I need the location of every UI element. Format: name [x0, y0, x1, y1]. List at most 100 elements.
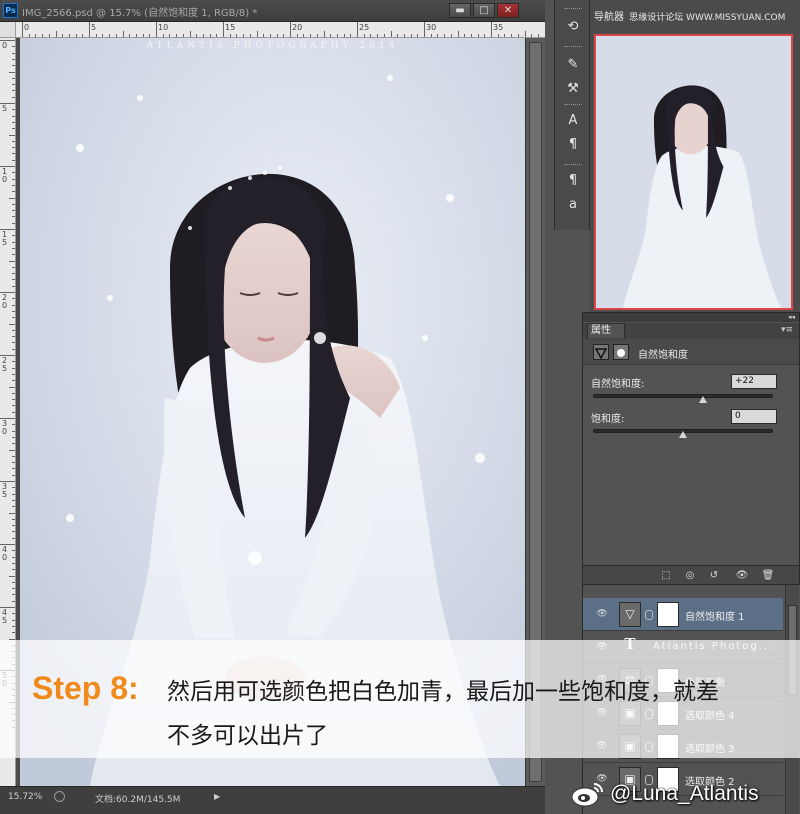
properties-collapse-bar[interactable]: ◂◂	[583, 313, 799, 322]
character-icon[interactable]: A	[564, 112, 582, 130]
document-titlebar[interactable]: Ps IMG_2566.psd @ 15.7% (自然饱和度 1, RGB/8)…	[0, 0, 545, 22]
ruler-tick	[12, 506, 15, 508]
ruler-tick	[12, 298, 15, 300]
ruler-tick	[323, 31, 325, 37]
ruler-tick	[484, 34, 486, 37]
ruler-tick	[12, 153, 15, 155]
panel-grip[interactable]	[564, 164, 582, 167]
ruler-tick	[12, 147, 15, 149]
step-text-line-2: 不多可以出片了	[167, 723, 328, 749]
layer-mask-icon[interactable]	[613, 344, 629, 360]
ruler-tick	[464, 34, 466, 37]
ruler-tick	[12, 594, 15, 596]
ruler-tick	[12, 613, 15, 615]
status-info-icon[interactable]	[54, 791, 65, 802]
tab-properties[interactable]: 属性	[587, 323, 625, 338]
panel-grip[interactable]	[564, 104, 582, 107]
ruler-tick	[142, 34, 144, 37]
ruler-tick	[12, 184, 15, 186]
delete-icon[interactable]: 🗑	[761, 569, 775, 582]
visibility-icon[interactable]: 👁	[735, 569, 749, 582]
navigator-preview[interactable]	[594, 34, 793, 310]
ruler-tick	[12, 531, 15, 533]
ruler-tick	[62, 34, 64, 37]
brush-preset-icon[interactable]: ✎	[564, 56, 582, 74]
paragraph-icon[interactable]: ¶	[564, 136, 582, 154]
ruler-h-label: 10	[158, 23, 169, 32]
history-icon[interactable]: ⟲	[564, 18, 582, 36]
ruler-tick	[12, 241, 15, 243]
reset-icon[interactable]: ↺	[707, 569, 721, 582]
ruler-tick	[12, 109, 15, 111]
ruler-tick	[430, 34, 432, 37]
ruler-tick	[12, 46, 15, 48]
navigator-thumbnail	[596, 36, 791, 308]
ruler-tick	[12, 430, 15, 432]
char-style-icon[interactable]: a	[564, 196, 582, 214]
vibrance-input[interactable]: +22	[731, 374, 777, 389]
ruler-tick	[223, 22, 224, 37]
restore-button[interactable]: □	[473, 3, 495, 18]
ruler-tick	[12, 310, 15, 312]
ruler-tick	[350, 34, 352, 37]
ruler-origin[interactable]	[0, 22, 16, 38]
vibrance-label: 自然饱和度:	[591, 379, 645, 390]
ruler-tick	[276, 34, 278, 37]
ruler-tick	[517, 34, 519, 37]
status-menu-arrow-icon[interactable]: ▶	[214, 792, 220, 801]
close-button[interactable]: ✕	[497, 3, 519, 18]
ruler-tick	[12, 569, 15, 571]
weibo-handle: @Luna_Atlantis	[610, 782, 759, 805]
adjustment-name: 自然饱和度	[638, 350, 688, 361]
ruler-h-label: 30	[426, 23, 437, 32]
ruler-tick	[12, 203, 15, 205]
ruler-tick	[269, 34, 271, 37]
ruler-tick	[12, 411, 15, 413]
ruler-tick	[12, 178, 15, 180]
view-previous-icon[interactable]: ◎	[683, 569, 697, 582]
vibrance-adjustment-icon	[593, 344, 609, 360]
ruler-tick	[12, 619, 15, 621]
ruler-tick	[0, 229, 15, 230]
saturation-slider-thumb[interactable]	[679, 431, 687, 438]
ruler-tick	[12, 77, 15, 79]
ruler-tick	[417, 34, 419, 37]
vibrance-slider-track[interactable]	[593, 394, 773, 398]
ruler-tick	[162, 34, 164, 37]
ruler-tick	[12, 52, 15, 54]
ruler-tick	[216, 34, 218, 37]
layer-mask-thumbnail[interactable]	[657, 602, 679, 627]
ruler-tick	[28, 34, 30, 37]
clip-to-layer-icon[interactable]: ⬚	[659, 569, 673, 582]
zoom-level[interactable]: 15.72%	[8, 792, 42, 802]
ruler-tick	[12, 304, 15, 306]
layer-name[interactable]: 自然饱和度 1	[685, 608, 745, 623]
ruler-tick	[330, 34, 332, 37]
mask-link-icon[interactable]	[645, 610, 653, 620]
ruler-tick	[437, 34, 439, 37]
ruler-tick	[390, 31, 392, 37]
ruler-tick	[12, 455, 15, 457]
minimize-button[interactable]: ▬	[449, 3, 471, 18]
vibrance-slider-thumb[interactable]	[698, 396, 707, 403]
layer-visibility-icon[interactable]: 👁	[595, 607, 609, 621]
ruler-tick	[22, 22, 23, 37]
ruler-tick	[75, 34, 77, 37]
saturation-input[interactable]: 0	[731, 409, 777, 424]
layer-row[interactable]: 👁 ▽ 自然饱和度 1	[583, 598, 783, 631]
ruler-tick	[343, 34, 345, 37]
para-style-icon[interactable]: ¶	[564, 172, 582, 190]
panel-menu-icon[interactable]: ▾≡	[781, 325, 793, 335]
ruler-tick	[12, 210, 15, 212]
horizontal-ruler[interactable]: 0 5 10 15 20 25 30 35	[16, 22, 545, 38]
ruler-tick	[12, 436, 15, 438]
ruler-tick	[12, 380, 15, 382]
navigator-tab[interactable]: 导航器 思缘设计论坛 WWW.MISSYUAN.COM	[594, 8, 785, 23]
ruler-tick	[303, 34, 305, 37]
ruler-tick	[12, 493, 15, 495]
tool-preset-icon[interactable]: ⚒	[564, 80, 582, 98]
panel-grip[interactable]	[564, 46, 582, 49]
ruler-tick	[12, 58, 15, 60]
panel-grip[interactable]	[564, 8, 582, 11]
ruler-tick	[283, 34, 285, 37]
